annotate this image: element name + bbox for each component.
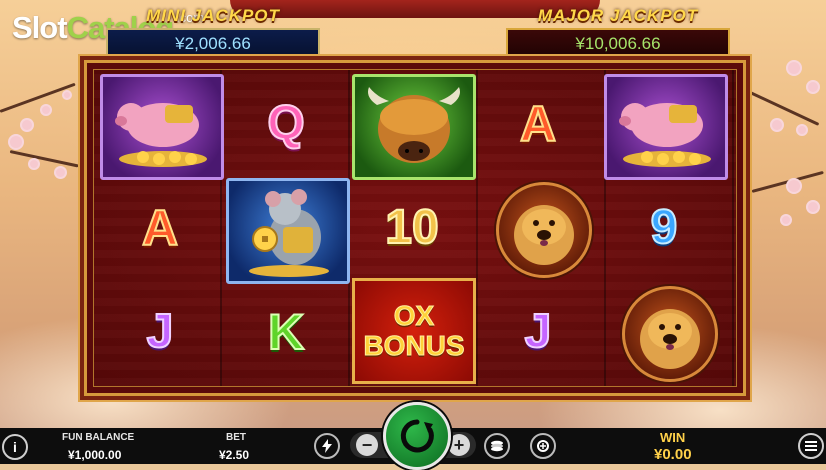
cherry-blossom bbox=[780, 214, 792, 226]
logo-main: Slot bbox=[12, 10, 68, 45]
reels-grid: A J Q K 10 OX BONUS A J 9 bbox=[93, 69, 737, 387]
turbo-button[interactable] bbox=[314, 433, 340, 459]
bet-value: ¥2.50 bbox=[219, 448, 250, 462]
cherry-blossom bbox=[796, 124, 808, 136]
reels-frame: A J Q K 10 OX BONUS A J 9 bbox=[84, 60, 746, 396]
chow-dog-symbol bbox=[622, 286, 718, 382]
a-symbol: A bbox=[519, 96, 557, 152]
a-symbol: A bbox=[141, 200, 179, 256]
cherry-blossom bbox=[786, 178, 802, 194]
chow-dog-symbol bbox=[496, 182, 592, 278]
cherry-blossom bbox=[806, 80, 820, 94]
info-button[interactable]: i bbox=[2, 434, 28, 460]
fun-balance-label: FUN BALANCE bbox=[62, 432, 135, 443]
pig-icon bbox=[115, 103, 207, 167]
spin-arrow-icon bbox=[400, 419, 434, 453]
autoplay-button[interactable] bbox=[530, 433, 556, 459]
win-value: ¥0.00 bbox=[654, 446, 692, 463]
coins-button[interactable] bbox=[484, 433, 510, 459]
dog-icon bbox=[514, 205, 574, 265]
q-symbol: Q bbox=[266, 97, 305, 150]
pig-symbol bbox=[604, 74, 728, 180]
cherry-blossom bbox=[40, 104, 52, 116]
bet-label: BET bbox=[226, 432, 246, 443]
spin-button[interactable] bbox=[383, 402, 451, 470]
major-jackpot: MAJOR JACKPOT ¥10,006.66 bbox=[506, 6, 730, 60]
j-symbol: J bbox=[146, 305, 175, 358]
ox-symbol bbox=[352, 74, 476, 180]
cherry-blossom bbox=[28, 158, 40, 170]
bonus-line-2: BONUS bbox=[363, 330, 465, 361]
cherry-blossom bbox=[8, 134, 24, 150]
ox-bonus-symbol: OX BONUS bbox=[352, 278, 476, 384]
mini-jackpot-value: ¥2,006.66 bbox=[106, 28, 320, 60]
cherry-blossom bbox=[806, 200, 820, 214]
decrease-bet-button[interactable]: − bbox=[356, 434, 378, 456]
mini-jackpot: MINI JACKPOT ¥2,006.66 bbox=[106, 6, 320, 60]
info-icon: i bbox=[13, 439, 17, 455]
cherry-blossom bbox=[770, 118, 784, 132]
nine-symbol: 9 bbox=[650, 201, 679, 254]
coin-stack-icon bbox=[491, 440, 503, 452]
win-label: WIN bbox=[660, 430, 686, 445]
ox-icon bbox=[368, 87, 460, 163]
major-jackpot-title: MAJOR JACKPOT bbox=[537, 6, 699, 25]
minus-icon: − bbox=[361, 434, 373, 455]
ten-symbol: 10 bbox=[384, 201, 439, 254]
cherry-blossom bbox=[20, 118, 34, 132]
pig-symbol bbox=[100, 74, 224, 180]
lightning-icon bbox=[322, 439, 332, 453]
increase-bet-button[interactable]: + bbox=[448, 434, 470, 456]
plus-icon: + bbox=[453, 434, 465, 455]
autoplay-icon bbox=[537, 440, 549, 452]
k-symbol: K bbox=[267, 304, 305, 360]
cherry-blossom bbox=[786, 60, 802, 76]
rat-symbol bbox=[226, 178, 350, 284]
cherry-blossom bbox=[62, 90, 72, 100]
j-symbol: J bbox=[524, 305, 553, 358]
mini-jackpot-title: MINI JACKPOT bbox=[146, 6, 280, 25]
rat-icon bbox=[249, 189, 329, 277]
dog-icon bbox=[640, 309, 700, 369]
pig-icon bbox=[619, 103, 711, 167]
fun-balance-value: ¥1,000.00 bbox=[68, 448, 122, 462]
cherry-blossom bbox=[54, 166, 67, 179]
menu-button[interactable] bbox=[798, 433, 824, 459]
hamburger-menu-icon bbox=[805, 441, 817, 451]
bonus-line-1: OX bbox=[393, 300, 435, 331]
major-jackpot-value: ¥10,006.66 bbox=[506, 28, 730, 60]
